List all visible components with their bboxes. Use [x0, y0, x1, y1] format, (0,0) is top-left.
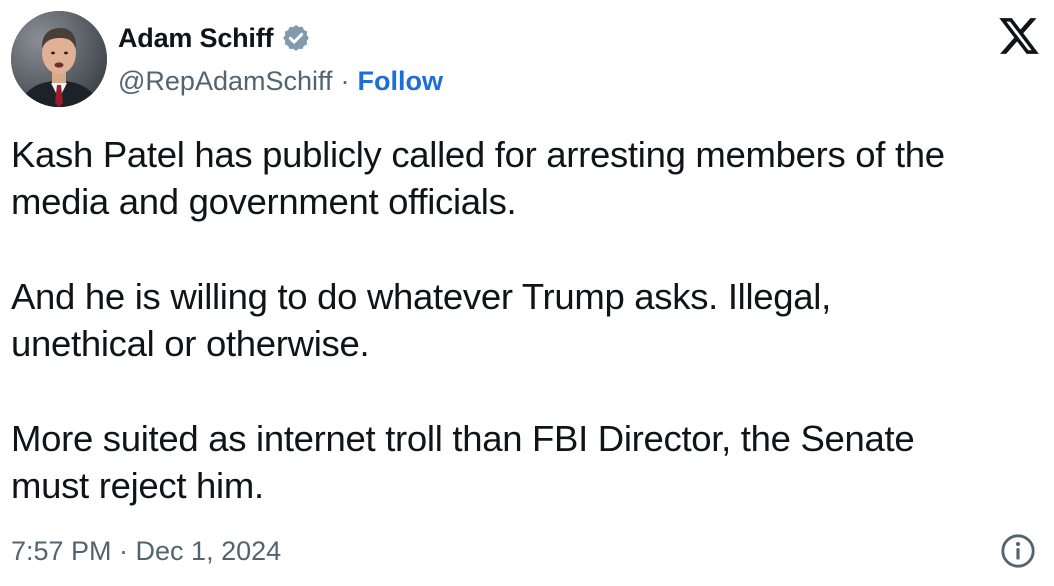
verified-badge-icon — [281, 23, 311, 53]
tweet-text: Kash Patel has publicly called for arres… — [11, 131, 1046, 509]
author-name[interactable]: Adam Schiff — [118, 23, 274, 54]
separator-dot: · — [340, 65, 350, 96]
tweet-paragraph: And he is willing to do whatever Trump a… — [11, 276, 831, 364]
avatar[interactable] — [11, 11, 107, 107]
follow-button[interactable]: Follow — [358, 66, 443, 97]
author-handle[interactable]: @RepAdamSchiff — [118, 66, 333, 97]
tweet-paragraph: Kash Patel has publicly called for arres… — [11, 134, 945, 222]
tweet-paragraph: More suited as internet troll than FBI D… — [11, 418, 915, 506]
x-logo-icon[interactable] — [997, 14, 1041, 58]
author-row: Adam Schiff — [118, 18, 311, 58]
handle-row: @RepAdamSchiff · Follow — [118, 62, 443, 100]
timestamp[interactable]: 7:57 PM · Dec 1, 2024 — [11, 531, 281, 571]
info-icon[interactable] — [999, 532, 1037, 570]
